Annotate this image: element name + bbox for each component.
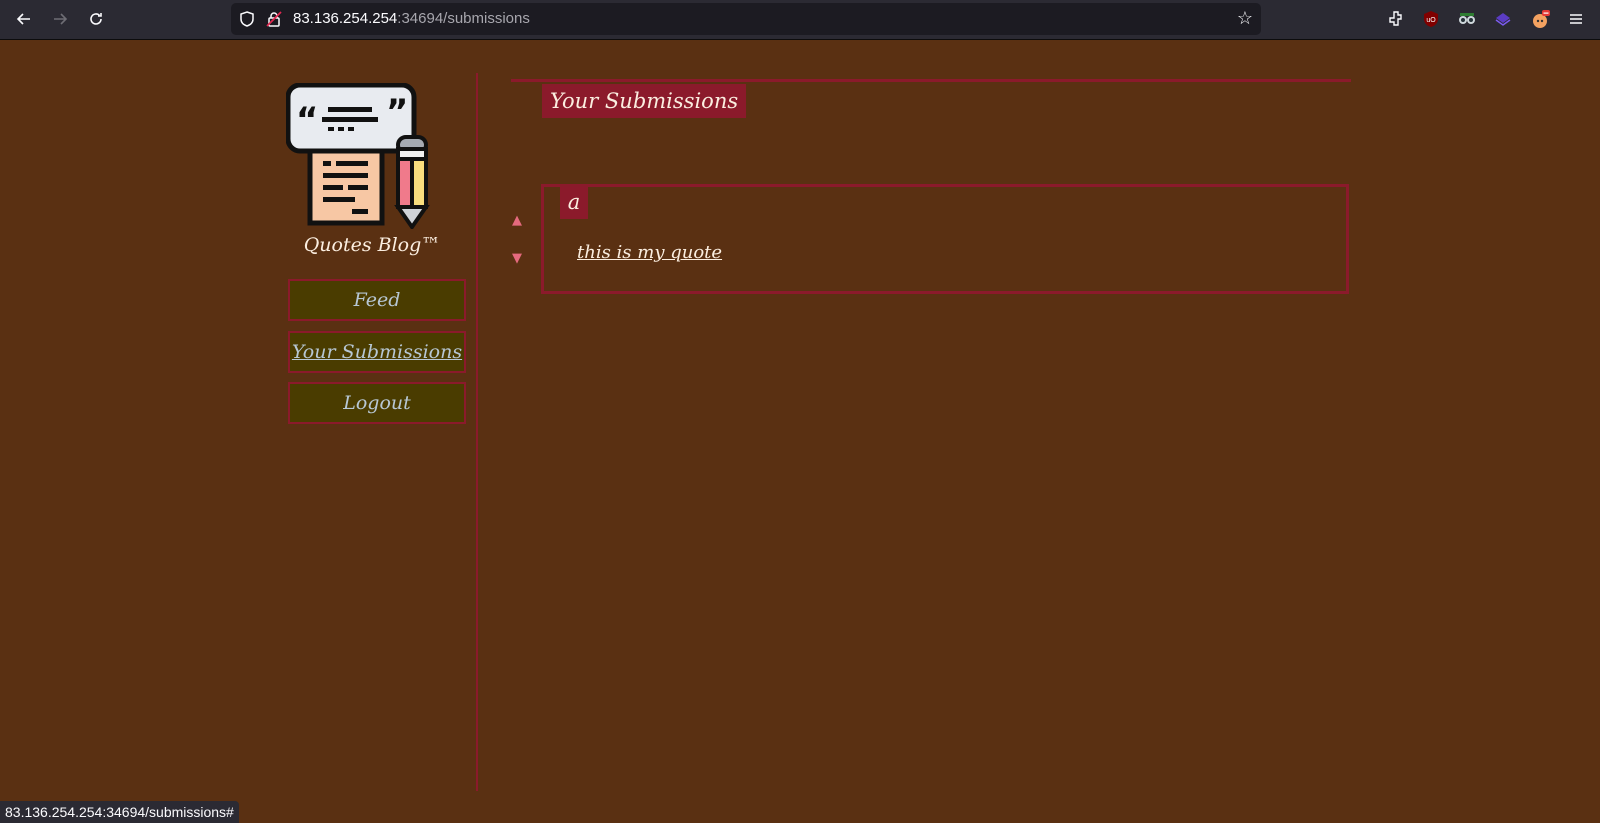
glasses-extension-icon[interactable]	[1457, 9, 1477, 29]
browser-toolbar: 83.136.254.254:34694/submissions ☆ uO	[0, 0, 1600, 40]
ublock-icon[interactable]: uO	[1421, 9, 1441, 29]
bookmark-star-icon[interactable]: ☆	[1237, 8, 1253, 29]
reload-icon[interactable]	[85, 8, 107, 30]
url-path: :34694/submissions	[397, 10, 530, 27]
brand-name: Quotes Blog™	[303, 234, 441, 256]
submission-title: a	[560, 187, 588, 219]
svg-text:”: ”	[386, 92, 408, 132]
shield-icon[interactable]	[238, 10, 256, 28]
back-icon[interactable]	[13, 8, 35, 30]
insecure-lock-icon[interactable]	[265, 10, 283, 28]
svg-text:uO: uO	[1426, 17, 1436, 24]
nav-your-submissions[interactable]: Your Submissions	[288, 331, 466, 373]
nav-logout[interactable]: Logout	[288, 382, 466, 424]
url-text: 83.136.254.254:34694/submissions	[293, 10, 530, 27]
submission-card: a this is my quote	[541, 184, 1349, 294]
layers-extension-icon[interactable]	[1493, 9, 1513, 29]
nav-feed[interactable]: Feed	[288, 279, 466, 321]
svg-text:“: “	[296, 100, 318, 140]
extensions-icon[interactable]	[1386, 9, 1406, 29]
fox-extension-icon[interactable]	[1530, 9, 1550, 29]
downvote-arrow-icon[interactable]: ▼	[512, 252, 526, 265]
upvote-arrow-icon[interactable]: ▲	[512, 214, 526, 227]
status-bar-link-preview: 83.136.254.254:34694/submissions#	[0, 801, 239, 823]
forward-icon[interactable]	[49, 8, 71, 30]
page-title: Your Submissions	[542, 84, 747, 118]
quotes-blog-logo: “ ”	[286, 83, 430, 229]
submission-quote-link[interactable]: this is my quote	[577, 242, 722, 263]
url-host: 83.136.254.254	[293, 10, 398, 27]
content-top-divider	[511, 79, 1351, 82]
menu-icon[interactable]	[1566, 9, 1586, 29]
address-bar[interactable]: 83.136.254.254:34694/submissions ☆	[231, 3, 1261, 35]
sidebar-divider	[476, 73, 478, 791]
